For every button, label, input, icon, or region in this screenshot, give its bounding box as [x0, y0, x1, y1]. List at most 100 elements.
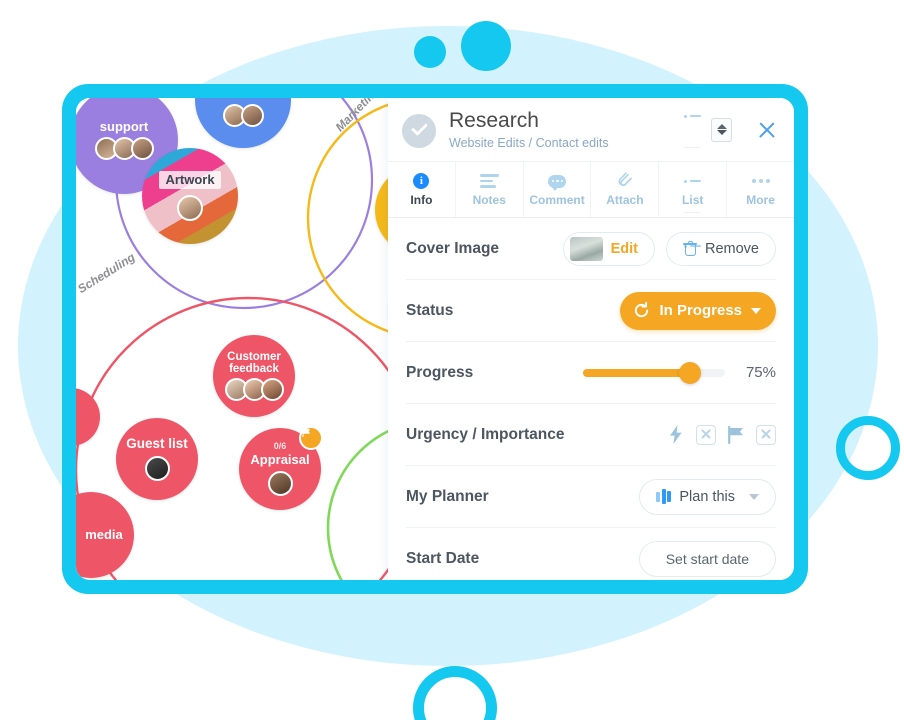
avatar [267, 470, 293, 496]
row-my-planner: My Planner Plan this [406, 466, 776, 528]
status-badge[interactable]: In Progress [620, 291, 776, 330]
bubble-avatars [144, 456, 170, 482]
row-controls [665, 424, 776, 446]
panel-header-text: Research Website Edits / Contact edits [449, 109, 711, 149]
row-status: Status In Progress [406, 280, 776, 342]
tab-label: Info [410, 192, 433, 207]
spinner-down-arrow [716, 130, 727, 135]
row-controls: Set start date [638, 540, 776, 577]
row-controls: 75% [583, 361, 776, 384]
status-value: In Progress [659, 302, 742, 319]
remove-cover-button[interactable]: Remove [666, 231, 776, 266]
trash-icon [683, 241, 697, 256]
bubble-label: support [99, 119, 149, 135]
tab-comment[interactable]: Comment [524, 162, 592, 217]
info-icon: i [413, 173, 430, 190]
tab-more[interactable]: More [727, 162, 794, 217]
tab-label: More [746, 192, 775, 207]
tab-info[interactable]: i Info [388, 162, 456, 217]
row-controls: Plan this [639, 478, 776, 515]
avatar [260, 378, 284, 402]
paperclip-icon [617, 172, 633, 190]
tab-attach[interactable]: Attach [591, 162, 660, 217]
check-circle-icon[interactable] [402, 113, 436, 148]
slider-fill [583, 368, 690, 377]
panel-header: Research Website Edits / Contact edits [388, 98, 794, 161]
cover-thumbnail [569, 236, 603, 261]
bubble-flag-badge [299, 426, 323, 450]
row-controls: In Progress [620, 291, 776, 330]
bubble-avatars [224, 378, 284, 402]
planner-value: Plan this [679, 488, 735, 505]
row-label: Urgency / Importance [406, 425, 565, 443]
row-label: Cover Image [406, 239, 500, 257]
clear-importance-icon[interactable] [756, 424, 776, 445]
up-down-spinner-icon[interactable] [711, 117, 732, 142]
tab-notes[interactable]: Notes [456, 162, 524, 217]
bubble-avatars [177, 194, 203, 221]
screen-root: Scheduling Marketing support Artwork Cus… [0, 0, 904, 720]
plan-this-button[interactable]: Plan this [639, 478, 776, 515]
ellipsis-icon [751, 173, 770, 190]
mindmap-bubble-guest-list[interactable]: Guest list [116, 418, 198, 500]
bubble-label: Appraisal [250, 451, 310, 467]
start-date-value: Set start date [665, 550, 749, 567]
planner-icon [656, 489, 672, 504]
mindmap-bubble-artwork[interactable]: Artwork [142, 148, 238, 244]
row-label: Start Date [406, 549, 480, 567]
edit-cover-button[interactable]: Edit [562, 231, 655, 266]
row-cover-image: Cover Image Edit Remove [406, 218, 776, 280]
row-progress: Progress 75% [406, 342, 776, 404]
progress-slider[interactable] [583, 361, 725, 384]
mindmap-bubble-appraisal[interactable]: 0/6 Appraisal [239, 426, 323, 510]
remove-label: Remove [705, 240, 759, 257]
decor-ring-right [836, 416, 900, 480]
row-urgency-importance: Urgency / Importance [406, 404, 776, 466]
bubble-subtask-count: 0/6 [273, 441, 287, 452]
page-title: Research [449, 109, 539, 133]
avatar [177, 194, 203, 221]
breadcrumb[interactable]: Website Edits / Contact edits [449, 136, 711, 150]
bubble-label: media [85, 527, 123, 543]
panel-rows: Cover Image Edit Remove Status In Progre… [388, 218, 794, 580]
notes-icon [479, 173, 499, 190]
avatar [130, 136, 154, 160]
mindmap-bubble-customer-feedback[interactable]: Customer feedback [213, 335, 295, 417]
chevron-down-icon [751, 307, 761, 314]
row-controls: Edit Remove [562, 231, 776, 266]
app-window-frame: Scheduling Marketing support Artwork Cus… [62, 84, 808, 594]
slider-knob[interactable] [678, 361, 701, 384]
row-label: Progress [406, 363, 474, 381]
bubble-avatars [94, 136, 154, 160]
chevron-down-icon [749, 493, 759, 500]
tab-label: List [682, 192, 704, 207]
bubble-avatars [222, 103, 264, 127]
edit-label: Edit [610, 240, 638, 257]
bubble-label: Customer feedback [227, 350, 281, 375]
tab-list[interactable]: List [659, 114, 728, 248]
decor-ring-bottom [413, 666, 497, 720]
row-label: My Planner [406, 487, 489, 505]
decor-dot-small [414, 36, 446, 68]
row-label: Status [406, 301, 454, 319]
close-icon[interactable] [756, 119, 778, 141]
progress-percent: 75% [745, 364, 776, 381]
row-start-date: Start Date Set start date [406, 528, 776, 580]
decor-dot-large [461, 21, 511, 71]
tab-label: Comment [529, 192, 585, 207]
in-progress-icon [635, 302, 649, 318]
lightning-icon[interactable] [665, 424, 687, 446]
set-start-date-button[interactable]: Set start date [638, 540, 776, 577]
bubble-label: Artwork [159, 171, 221, 189]
clear-urgency-icon[interactable] [696, 424, 716, 445]
avatar [144, 456, 170, 482]
flag-icon[interactable] [725, 424, 747, 446]
bubble-avatars [267, 470, 293, 496]
bubble-label: Guest list [126, 435, 188, 451]
comment-icon [548, 173, 567, 191]
panel-tabs: i Info Notes Comment Attach List More [388, 114, 794, 248]
avatar [240, 103, 264, 127]
task-detail-panel: Research Website Edits / Contact edits i [388, 98, 794, 580]
tab-label: Notes [472, 192, 506, 207]
spinner-up-arrow [716, 124, 727, 129]
